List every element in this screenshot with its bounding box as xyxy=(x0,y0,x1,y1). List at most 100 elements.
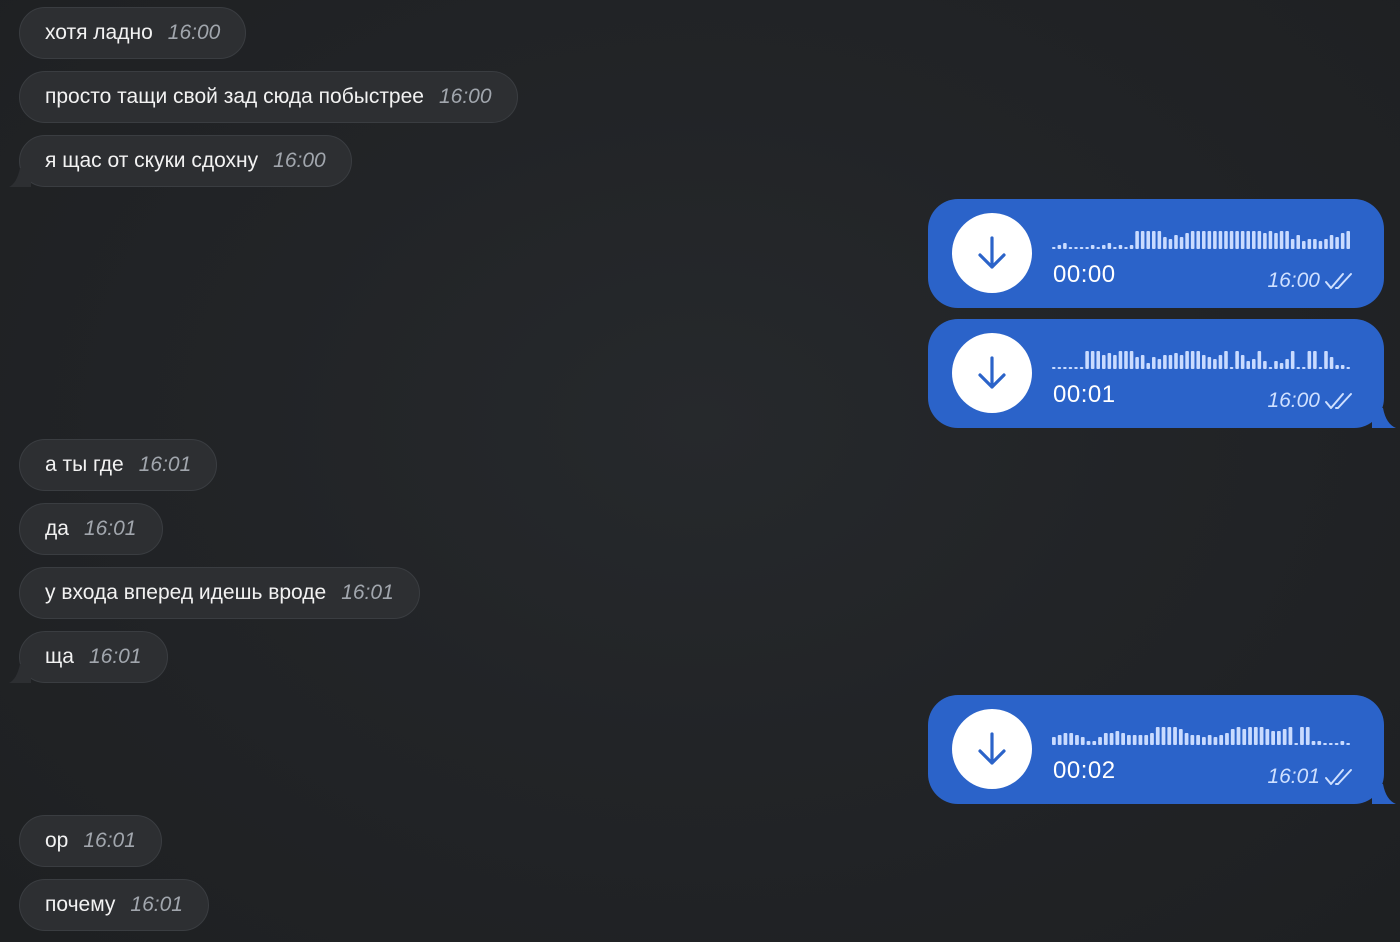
waveform-bar xyxy=(1124,351,1128,369)
waveform-bar xyxy=(1140,231,1145,249)
waveform-bar xyxy=(1179,355,1184,369)
voice-meta: 16:01 xyxy=(1267,765,1356,789)
waveform-bar xyxy=(1300,727,1304,745)
waveform-bar xyxy=(1328,743,1333,745)
waveform-bar xyxy=(1340,741,1345,745)
waveform xyxy=(1052,351,1350,369)
incoming-message[interactable]: ор 16:01 xyxy=(19,815,162,867)
waveform-bar xyxy=(1063,243,1067,249)
waveform-bar xyxy=(1229,231,1234,249)
waveform-bar xyxy=(1113,355,1117,369)
waveform-bar xyxy=(1196,231,1200,249)
double-check-icon xyxy=(1325,273,1352,289)
waveform-bar xyxy=(1085,247,1089,249)
incoming-message[interactable]: а ты где 16:01 xyxy=(19,439,218,491)
waveform-bar xyxy=(1274,361,1278,369)
message-text: я щас от скуки сдохну xyxy=(45,149,259,172)
download-button[interactable] xyxy=(952,333,1032,413)
waveform-bar xyxy=(1279,363,1284,369)
incoming-message[interactable]: почему 16:01 xyxy=(19,879,209,931)
bubble-tail xyxy=(1372,784,1396,804)
waveform-bar xyxy=(1152,357,1156,369)
waveform-bar xyxy=(1302,241,1306,249)
incoming-message[interactable]: я щас от скуки сдохну 16:00 xyxy=(19,135,352,187)
waveform-bar xyxy=(1329,357,1334,369)
message-time: 16:01 xyxy=(83,829,136,852)
waveform-bar xyxy=(1168,239,1173,249)
download-button[interactable] xyxy=(952,709,1032,789)
message-text: ща xyxy=(45,645,74,668)
message-time: 16:00 xyxy=(438,85,492,108)
waveform-bar xyxy=(1265,729,1270,745)
waveform-bar xyxy=(1318,241,1323,249)
waveform-bar xyxy=(1248,727,1252,745)
waveform-bar xyxy=(1052,367,1056,369)
waveform-bar xyxy=(1129,245,1134,249)
waveform-bar xyxy=(1230,729,1235,745)
incoming-message[interactable]: хотя ладно 16:00 xyxy=(19,7,247,59)
waveform-bar xyxy=(1257,351,1262,369)
waveform-bar xyxy=(1129,351,1134,369)
waveform-bar xyxy=(1146,231,1150,249)
waveform-bar xyxy=(1102,355,1106,369)
incoming-message[interactable]: ща 16:01 xyxy=(19,631,168,683)
waveform-bar xyxy=(1224,231,1228,249)
message-time: 16:00 xyxy=(273,149,326,172)
waveform-bar xyxy=(1311,741,1316,745)
waveform-bar xyxy=(1135,357,1139,369)
waveform-bar xyxy=(1068,367,1073,369)
message-text: почему xyxy=(45,893,116,916)
waveform-bar xyxy=(1121,733,1125,745)
incoming-message[interactable]: просто тащи свой зад сюда побыстрее 16:0… xyxy=(19,71,518,123)
waveform-bar xyxy=(1057,735,1062,745)
voice-message[interactable]: 00:00 16:00 xyxy=(928,199,1384,308)
waveform-bar xyxy=(1240,231,1245,249)
waveform-bar xyxy=(1323,743,1327,745)
voice-duration: 00:02 xyxy=(1053,757,1116,784)
waveform-bar xyxy=(1253,727,1258,745)
message-time: 16:01 xyxy=(1267,765,1320,788)
bubble-tail xyxy=(9,664,31,683)
bubble-tail xyxy=(9,168,31,187)
waveform-bar xyxy=(1163,355,1167,369)
waveform-bar xyxy=(1213,359,1217,369)
waveform-bar xyxy=(1092,741,1097,745)
waveform-bar xyxy=(1190,351,1195,369)
waveform-bar xyxy=(1152,231,1156,249)
waveform-bar xyxy=(1090,351,1095,369)
waveform-bar xyxy=(1282,729,1287,745)
incoming-message[interactable]: да 16:01 xyxy=(19,503,163,555)
waveform-bar xyxy=(1334,743,1339,745)
voice-meta: 16:00 xyxy=(1267,269,1356,293)
download-button[interactable] xyxy=(952,213,1032,293)
waveform-bar xyxy=(1224,351,1228,369)
waveform-bar xyxy=(1069,733,1074,745)
download-arrow-icon xyxy=(978,236,1006,269)
chat-area: хотя ладно 16:00 просто тащи свой зад сю… xyxy=(0,0,1400,942)
waveform-bar xyxy=(1259,727,1264,745)
incoming-message[interactable]: у входа вперед идешь вроде 16:01 xyxy=(19,567,420,619)
waveform-bar xyxy=(1268,367,1273,369)
waveform-bar xyxy=(1313,351,1317,369)
waveform-bar xyxy=(1202,737,1206,745)
waveform-bar xyxy=(1318,367,1323,369)
waveform-bar xyxy=(1063,733,1068,745)
waveform-bar xyxy=(1174,353,1178,369)
waveform-bar xyxy=(1302,367,1306,369)
message-time: 16:01 xyxy=(88,645,142,668)
waveform-bar xyxy=(1173,727,1177,745)
voice-message[interactable]: 00:02 16:01 xyxy=(928,695,1384,804)
waveform-bar xyxy=(1268,231,1273,249)
waveform-bar xyxy=(1163,237,1167,249)
waveform-bar xyxy=(1190,231,1195,249)
waveform-bar xyxy=(1240,355,1245,369)
waveform-bar xyxy=(1179,237,1184,249)
waveform-bar xyxy=(1329,235,1334,249)
waveform-bar xyxy=(1235,231,1239,249)
waveform-bar xyxy=(1144,735,1149,745)
message-time: 16:01 xyxy=(341,581,394,604)
message-time: 16:00 xyxy=(1267,269,1320,292)
waveform-bar xyxy=(1068,247,1073,249)
message-time: 16:01 xyxy=(138,453,192,476)
voice-message[interactable]: 00:01 16:00 xyxy=(928,319,1384,428)
